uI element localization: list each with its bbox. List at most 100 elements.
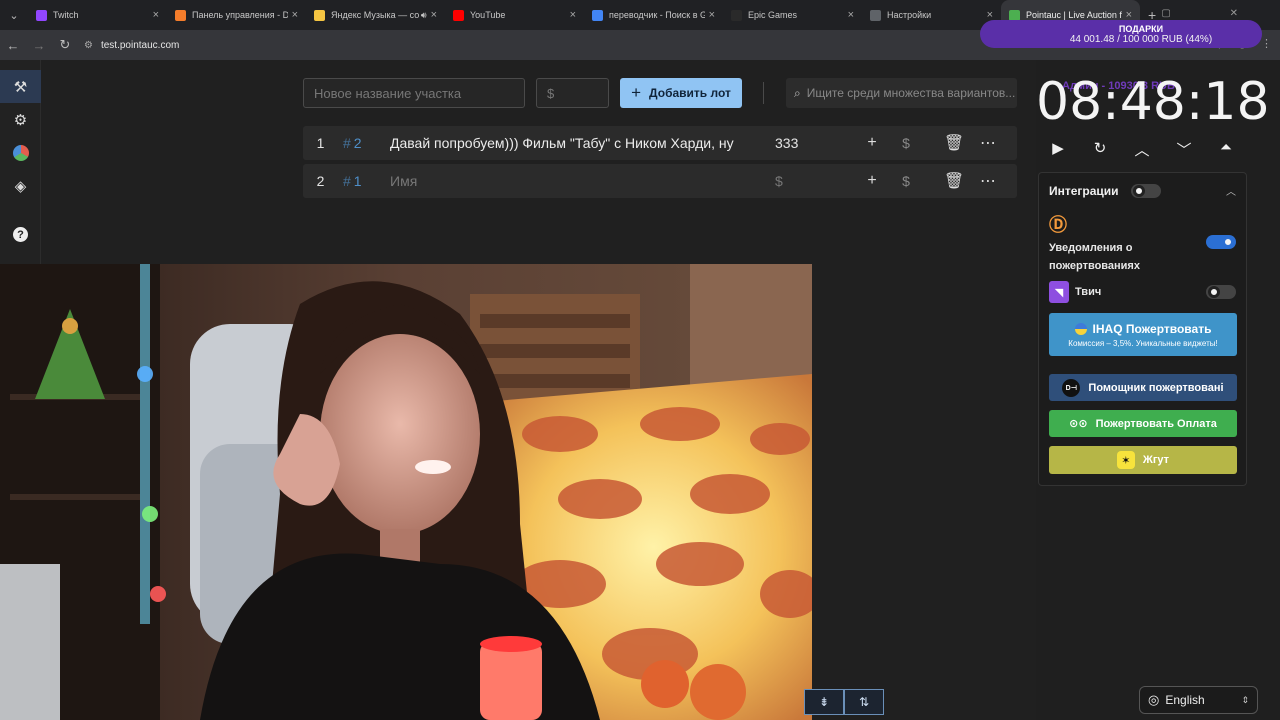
tab-title: YouTube bbox=[470, 10, 506, 20]
settings-icon bbox=[870, 9, 881, 21]
site-info-icon[interactable]: ⚙ bbox=[84, 40, 93, 51]
auction-hammer-icon[interactable]: ⚒ bbox=[0, 70, 41, 103]
yandex-music-icon bbox=[314, 9, 325, 21]
browser-tab[interactable]: Epic Games × bbox=[723, 0, 862, 30]
search-icon: ⌕ bbox=[794, 85, 801, 100]
globe-icon: ◎ bbox=[1148, 692, 1160, 707]
add-lot-button[interactable]: + Добавить лот bbox=[620, 78, 742, 108]
donationalerts-logo-icon: Ⓓ bbox=[1049, 215, 1067, 235]
dollar-icon[interactable]: $ bbox=[889, 173, 923, 189]
lot-row[interactable]: 2 #1 Имя $ + $ 🗑︎ ⋯ bbox=[303, 164, 1017, 198]
close-tab-icon[interactable]: × bbox=[292, 9, 298, 21]
donation-goal-progress: 44 001.48 / 100 000 RUB (44%) bbox=[1069, 34, 1213, 45]
oplata-donate-button[interactable]: ⊙⊙ Пожертвовать Оплата bbox=[1049, 410, 1237, 437]
tab-title: Панель управления - Do bbox=[192, 10, 288, 20]
sort-toggle-button[interactable]: ⇅ bbox=[844, 689, 884, 715]
google-icon bbox=[592, 9, 603, 21]
search-placeholder: Ищите среди множества вариантов... bbox=[806, 86, 1016, 100]
url-text: test.pointauc.com bbox=[100, 39, 180, 51]
pointauc-icon bbox=[1009, 9, 1020, 21]
compress-rows-button[interactable]: ⇟ bbox=[804, 689, 844, 715]
close-tab-icon[interactable]: × bbox=[709, 9, 715, 21]
browser-tab[interactable]: Twitch × bbox=[28, 0, 167, 30]
collapse-chevron-icon[interactable]: ︿ bbox=[1226, 183, 1236, 198]
language-value: English bbox=[1165, 693, 1205, 707]
double-chevron-up-icon[interactable]: ⏶ bbox=[1214, 139, 1238, 160]
donation-goal-label: ПОДАРКИ bbox=[1118, 24, 1164, 34]
twitch-toggle[interactable] bbox=[1206, 285, 1236, 299]
integrations-toggle[interactable] bbox=[1131, 184, 1161, 198]
help-button[interactable]: ? bbox=[0, 218, 41, 251]
menu-icon[interactable]: ⋮ bbox=[1261, 37, 1272, 50]
lot-id-value: 1 bbox=[353, 173, 362, 189]
close-tab-icon[interactable]: × bbox=[431, 9, 437, 21]
plus-icon: + bbox=[631, 83, 642, 102]
browser-tab[interactable]: Панель управления - Do × bbox=[167, 0, 306, 30]
wheel-pie-icon[interactable] bbox=[0, 136, 41, 169]
epic-games-icon bbox=[731, 9, 742, 21]
zhgut-button[interactable]: ✶ Жгут bbox=[1049, 446, 1237, 474]
tab-search-icon[interactable]: ⌄ bbox=[0, 0, 28, 30]
ihaq-title-row: IHAQ Пожертвовать bbox=[1074, 322, 1211, 336]
ihaq-logo-icon bbox=[1074, 322, 1087, 335]
add-amount-icon[interactable]: + bbox=[855, 134, 889, 152]
integrations-title: Интеграции bbox=[1049, 184, 1119, 198]
toggle-knob bbox=[1133, 185, 1145, 197]
twitch-label: Твич bbox=[1075, 286, 1102, 298]
reload-icon[interactable]: ↻ bbox=[52, 37, 78, 53]
new-lot-amount-input[interactable]: $ bbox=[536, 78, 609, 108]
lot-name-input[interactable]: Имя bbox=[390, 173, 775, 189]
settings-gear-icon[interactable]: ⚙ bbox=[0, 103, 41, 136]
donation-helper-label: Помощник пожертвовані bbox=[1088, 381, 1224, 394]
more-options-icon[interactable]: ⋯ bbox=[971, 171, 1005, 191]
more-options-icon[interactable]: ⋯ bbox=[971, 133, 1005, 153]
donation-notifications-toggle[interactable] bbox=[1206, 235, 1236, 249]
reset-icon[interactable]: ↻ bbox=[1088, 139, 1112, 160]
lot-search-input[interactable]: ⌕ Ищите среди множества вариантов... bbox=[786, 78, 1017, 108]
close-tab-icon[interactable]: × bbox=[570, 9, 576, 21]
ihaq-donate-button[interactable]: IHAQ Пожертвовать Комиссия – 3,5%. Уника… bbox=[1049, 313, 1237, 356]
chevron-down-icon[interactable]: ﹀ bbox=[1172, 139, 1196, 160]
lot-amount-input[interactable]: $ bbox=[775, 173, 855, 189]
lot-amount-input[interactable]: 333 bbox=[775, 135, 855, 151]
language-select[interactable]: ◎ English ⇕ bbox=[1139, 686, 1258, 714]
browser-tab[interactable]: Настройки × bbox=[862, 0, 1001, 30]
donation-notifications-label: Уведомления о пожертвованиях bbox=[1049, 242, 1140, 272]
lot-row[interactable]: 1 #2 Давай попробуем))) Фильм "Табу" с Ник… bbox=[303, 126, 1017, 160]
close-tab-icon[interactable]: × bbox=[153, 9, 159, 21]
layers-icon[interactable]: ◈ bbox=[0, 169, 41, 202]
lot-id: #1 bbox=[343, 173, 362, 189]
trash-icon[interactable]: 🗑︎ bbox=[937, 133, 971, 153]
lot-name-input[interactable]: Давай попробуем))) Фильм "Табу" с Ником … bbox=[390, 135, 775, 151]
auction-timer: 08:48:18 bbox=[1036, 72, 1270, 132]
donation-helper-button[interactable]: D⊣ Помощник пожертвовані bbox=[1049, 374, 1237, 401]
browser-tab[interactable]: Яндекс Музыка — со 🔊︎ × bbox=[306, 0, 445, 30]
lot-id: #2 bbox=[343, 135, 362, 151]
browser-tab[interactable]: переводчик - Поиск в G × bbox=[584, 0, 723, 30]
toggle-knob bbox=[1222, 236, 1234, 248]
dollar-icon[interactable]: $ bbox=[889, 135, 923, 151]
youtube-icon bbox=[453, 9, 464, 21]
add-amount-icon[interactable]: + bbox=[855, 172, 889, 190]
select-arrows-icon: ⇕ bbox=[1241, 694, 1249, 705]
new-lot-name-input[interactable]: Новое название участка bbox=[303, 78, 525, 108]
pie-chart-icon bbox=[12, 144, 29, 161]
donationalerts-icon bbox=[175, 9, 186, 21]
toggle-knob bbox=[1208, 286, 1220, 298]
oplata-logo-icon: ⊙⊙ bbox=[1069, 418, 1088, 430]
chevron-up-icon[interactable]: ︿ bbox=[1130, 139, 1154, 160]
url-field[interactable]: ⚙ test.pointauc.com bbox=[84, 34, 984, 56]
forward-icon[interactable]: → bbox=[26, 38, 52, 53]
tab-audio-icon[interactable]: 🔊︎ bbox=[421, 10, 427, 21]
close-tab-icon[interactable]: × bbox=[848, 9, 854, 21]
oplata-label: Пожертвовать Оплата bbox=[1095, 417, 1217, 430]
twitch-logo-icon: ◥ bbox=[1049, 281, 1069, 303]
help-icon: ? bbox=[13, 227, 28, 242]
donation-goal-overlay: ПОДАРКИ 44 001.48 / 100 000 RUB (44%) bbox=[980, 20, 1262, 48]
lot-index: 2 bbox=[316, 173, 325, 189]
back-icon[interactable]: ← bbox=[0, 38, 26, 53]
trash-icon[interactable]: 🗑︎ bbox=[937, 171, 971, 191]
browser-tab[interactable]: YouTube × bbox=[445, 0, 584, 30]
window-controls[interactable]: – ▢ ✕ bbox=[1097, 8, 1266, 19]
play-icon[interactable]: ▶ bbox=[1046, 139, 1070, 160]
